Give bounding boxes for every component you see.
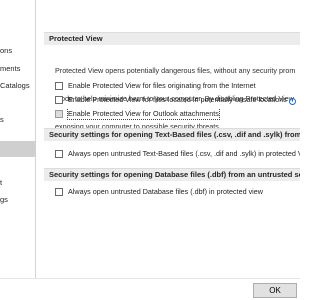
text-files-checkbox[interactable] <box>55 150 63 158</box>
option-outlook-attachments[interactable]: Enable Protected View for Outlook attach… <box>55 109 300 120</box>
outlook-attachments-label: Enable Protected View for Outlook attach… <box>67 109 220 120</box>
option-internet-files[interactable]: Enable Protected View for files originat… <box>55 81 300 92</box>
ok-button[interactable]: OK <box>253 283 297 298</box>
sidebar-item-label: t <box>0 178 3 187</box>
option-text-files[interactable]: Always open untrusted Text-Based files (… <box>55 149 300 160</box>
text-files-label: Always open untrusted Text-Based files (… <box>68 149 300 158</box>
text-files-header: Security settings for opening Text-Based… <box>44 128 300 141</box>
sidebar-item-catalogs[interactable]: Catalogs <box>0 79 36 93</box>
info-icon[interactable]: i <box>288 98 296 105</box>
database-files-checkbox[interactable] <box>55 188 63 196</box>
unsafe-locations-label: Enable Protected View for files located … <box>68 95 287 104</box>
sidebar-item-label: ons <box>0 46 13 55</box>
unsafe-locations-label-wrap: Enable Protected View for files located … <box>68 95 296 105</box>
sidebar-item-label: s <box>0 115 4 124</box>
protected-view-header: Protected View <box>44 32 300 45</box>
internet-files-label: Enable Protected View for files originat… <box>68 81 256 90</box>
options-sidebar: ons ments Catalogs s t gs <box>0 0 36 278</box>
option-unsafe-locations[interactable]: Enable Protected View for files located … <box>55 95 300 106</box>
description-line: Protected View opens potentially dangero… <box>55 65 296 75</box>
sidebar-item-label: Catalogs <box>0 81 30 90</box>
sidebar-item-settings[interactable]: s <box>0 113 36 127</box>
settings-content: Protected View Protected View opens pote… <box>44 28 300 278</box>
unsafe-locations-checkbox[interactable] <box>55 96 63 104</box>
option-database-files[interactable]: Always open untrusted Database files (.d… <box>55 187 300 198</box>
sidebar-item-protected-view[interactable] <box>0 141 36 157</box>
sidebar-item-documents[interactable]: ments <box>0 62 36 76</box>
sidebar-item-add-ins[interactable]: ons <box>0 44 36 58</box>
sidebar-item-export[interactable]: t <box>0 176 36 190</box>
outlook-attachments-checkbox[interactable] <box>55 110 63 118</box>
database-files-label: Always open untrusted Database files (.d… <box>68 187 263 196</box>
internet-files-checkbox[interactable] <box>55 82 63 90</box>
dialog-footer: OK <box>0 278 300 300</box>
sidebar-item-message-settings[interactable]: gs <box>0 193 36 207</box>
database-files-header: Security settings for opening Database f… <box>44 168 300 181</box>
sidebar-item-label: gs <box>0 195 8 204</box>
sidebar-item-label: ments <box>0 64 21 73</box>
